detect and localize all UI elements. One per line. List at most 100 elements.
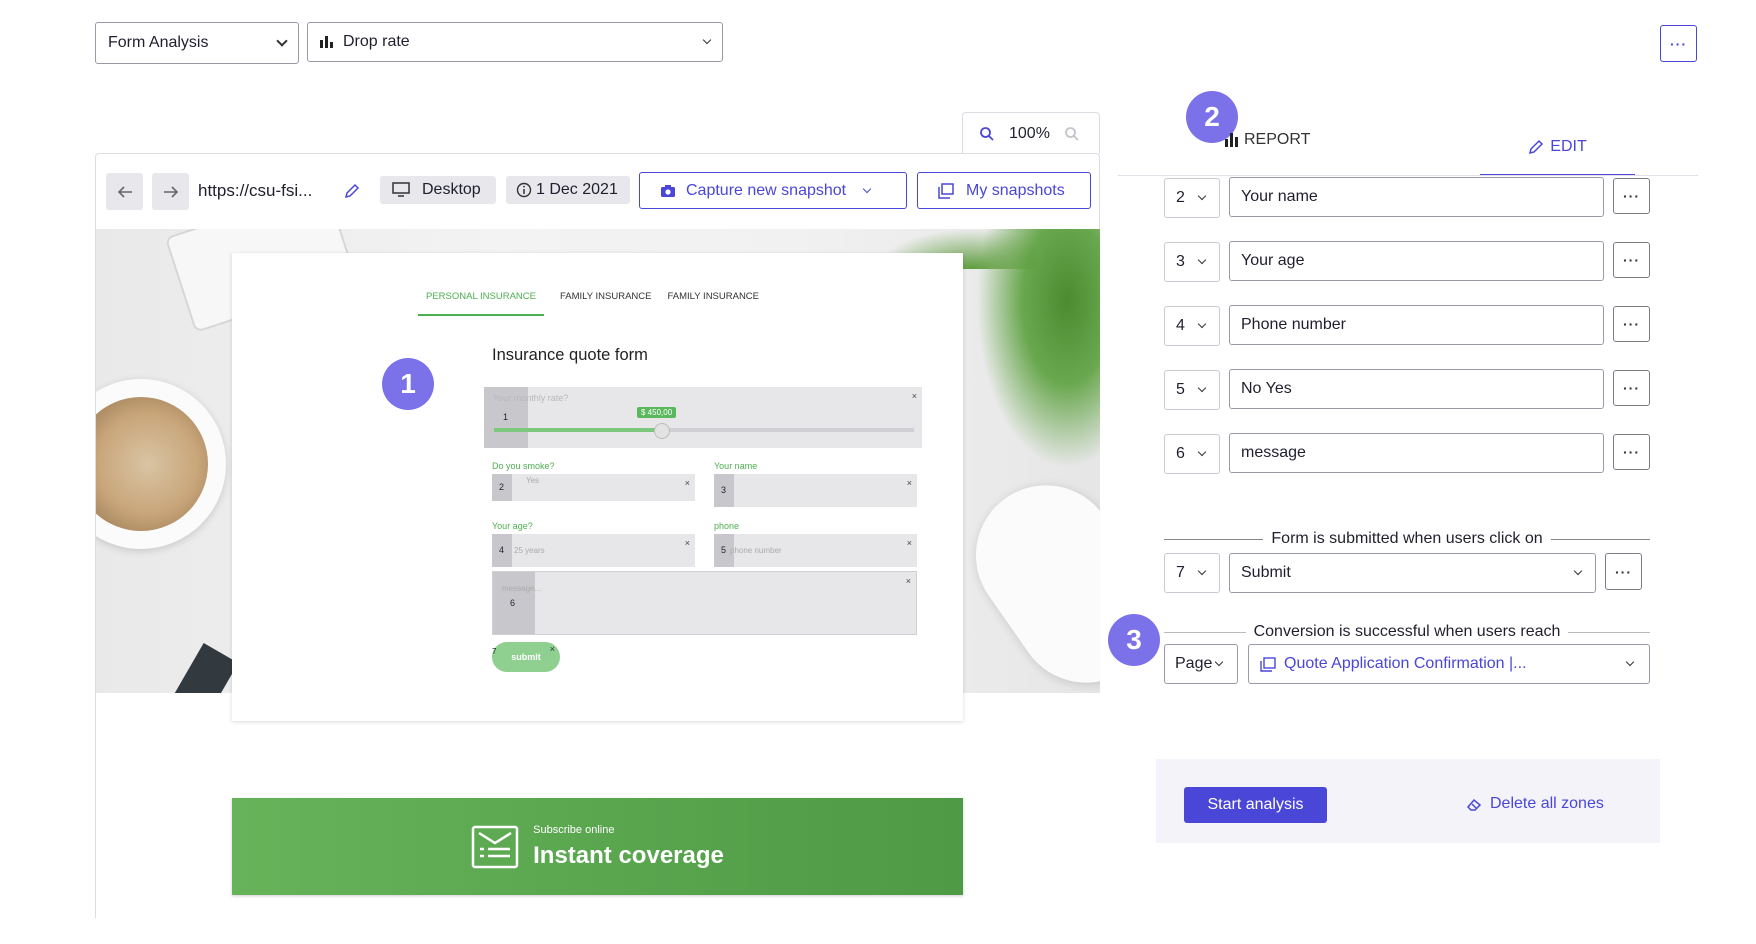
zone-number-select[interactable]: 2 (1164, 178, 1220, 218)
tabs-divider (1118, 175, 1698, 176)
zone-7-submit[interactable]: 7 submit × (492, 642, 560, 672)
tab-report[interactable]: REPORT (1225, 131, 1310, 149)
zone-1-monthly-rate[interactable]: Your monthly rate? 1 $ 450,00 × (484, 387, 922, 448)
tab-edit[interactable]: EDIT (1480, 120, 1635, 176)
age-label: Your age? (492, 521, 533, 531)
zone-3-name[interactable]: 3 × (714, 474, 917, 507)
snapshots-label: My snapshots (966, 181, 1065, 199)
zone-name-input[interactable]: Your age (1229, 241, 1604, 281)
chevron-down-icon (1573, 566, 1583, 576)
submit-element-select[interactable]: Submit (1229, 553, 1596, 593)
zone-options-button[interactable]: ··· (1613, 178, 1650, 214)
metric-select[interactable]: Drop rate (307, 22, 723, 62)
zone-number-4: 4 (499, 545, 505, 555)
zone-2-smoke[interactable]: 2 Yes × (492, 474, 695, 501)
arrow-left-icon (117, 185, 132, 198)
zone-name-input[interactable]: message (1229, 433, 1604, 473)
form-card: PERSONAL INSURANCE FAMILY INSURANCE FAMI… (232, 253, 963, 721)
zone-5-phone[interactable]: 5 phone number × (714, 534, 917, 567)
chevron-down-icon (862, 184, 872, 193)
banner-big-text: Instant coverage (533, 841, 724, 869)
promo-banner[interactable]: Subscribe online Instant coverage (232, 798, 963, 895)
bar-chart-icon (1225, 133, 1238, 147)
date-label: 1 Dec 2021 (536, 181, 618, 198)
zone-number-3: 3 (721, 485, 727, 495)
zone-number-6: 6 (510, 598, 516, 608)
zone-number-7: 7 (492, 647, 497, 656)
snapshots-icon (938, 182, 954, 199)
smoke-option: Yes (526, 476, 540, 485)
message-placeholder: message... (502, 584, 542, 593)
submit-zone-number-select[interactable]: 7 (1164, 553, 1220, 593)
more-options-button[interactable]: ··· (1660, 25, 1697, 62)
zoom-out-icon[interactable] (979, 126, 995, 142)
tab-report-label: REPORT (1244, 131, 1311, 148)
zone-options-button[interactable]: ··· (1613, 306, 1650, 342)
name-label: Your name (714, 461, 758, 471)
bar-chart-icon (320, 36, 333, 48)
zone-options-button[interactable]: ··· (1613, 370, 1650, 406)
form-tab-family[interactable]: FAMILY INSURANCE (560, 291, 652, 316)
zone-number-select[interactable]: 3 (1164, 242, 1220, 282)
zone-name-input[interactable]: No Yes (1229, 369, 1604, 409)
submit-section-heading: Form is submitted when users click on (1164, 530, 1651, 548)
device-button[interactable]: Desktop (380, 176, 496, 204)
age-placeholder: 25 years (514, 546, 545, 555)
zone-4-age[interactable]: 4 25 years × (492, 534, 695, 567)
desktop-icon (392, 182, 410, 197)
zone-number-select[interactable]: 4 (1164, 306, 1220, 346)
delete-all-zones-button[interactable]: Delete all zones (1466, 795, 1604, 813)
phone-placeholder: phone number (730, 546, 782, 555)
analysis-type-label: Form Analysis (108, 34, 209, 51)
device-label: Desktop (422, 181, 481, 198)
submit-label: submit (511, 652, 541, 662)
pencil-icon (1529, 139, 1544, 155)
zone-number-select[interactable]: 5 (1164, 370, 1220, 410)
camera-icon (661, 184, 675, 197)
zone-6-message[interactable]: message... 6 × (492, 571, 917, 635)
eraser-icon (1466, 798, 1482, 811)
date-button[interactable]: 1 Dec 2021 (506, 176, 630, 204)
zone-options-button[interactable]: ··· (1613, 434, 1650, 470)
conversion-heading-text: Conversion is successful when users reac… (1253, 623, 1561, 640)
zone-number-select[interactable]: 6 (1164, 434, 1220, 474)
zone-number-5: 5 (721, 545, 727, 555)
conversion-section-heading: Conversion is successful when users reac… (1164, 623, 1650, 641)
analysis-type-select[interactable]: Form Analysis (95, 22, 299, 64)
metric-label: Drop rate (343, 33, 410, 50)
info-icon (516, 182, 532, 198)
chevron-down-icon (702, 35, 712, 45)
more-dots-icon: ··· (1670, 35, 1687, 52)
phone-label: phone (714, 521, 740, 531)
zone-number-2: 2 (499, 482, 505, 492)
zone-name-input[interactable]: Your name (1229, 177, 1604, 217)
my-snapshots-button[interactable]: My snapshots (917, 172, 1091, 209)
form-tabs: PERSONAL INSURANCE FAMILY INSURANCE FAMI… (418, 291, 759, 316)
zoom-in-icon[interactable] (1064, 126, 1080, 142)
chevron-down-icon (1625, 657, 1635, 667)
form-tab-personal[interactable]: PERSONAL INSURANCE (418, 291, 544, 316)
zone-number-1: 1 (503, 412, 509, 422)
page-icon (1260, 657, 1276, 672)
conversion-type-select[interactable]: Page (1164, 644, 1238, 684)
monthly-rate-label: Your monthly rate? (493, 393, 569, 403)
capture-snapshot-button[interactable]: Capture new snapshot (639, 172, 907, 209)
banner-small-text: Subscribe online (533, 823, 615, 836)
start-analysis-button[interactable]: Start analysis (1184, 787, 1327, 823)
zone-name-input[interactable]: Phone number (1229, 305, 1604, 345)
submit-heading-text: Form is submitted when users click on (1271, 530, 1543, 547)
zone-options-button[interactable]: ··· (1613, 242, 1650, 278)
submit-options-button[interactable]: ··· (1605, 553, 1642, 590)
rate-slider-handle[interactable] (654, 423, 670, 439)
zoom-control: 100% (962, 112, 1100, 154)
forward-button[interactable] (152, 173, 189, 210)
chevron-down-icon (1215, 657, 1224, 667)
conversion-page-select[interactable]: Quote Application Confirmation |... (1248, 644, 1650, 684)
action-bar: Start analysis Delete all zones (1156, 759, 1660, 843)
back-button[interactable] (106, 173, 143, 210)
edit-url-icon[interactable] (344, 183, 360, 199)
smoke-label: Do you smoke? (492, 461, 555, 471)
arrow-right-icon (163, 185, 178, 198)
form-tab-family-2[interactable]: FAMILY INSURANCE (668, 291, 760, 316)
rate-value-tag: $ 450,00 (637, 407, 677, 418)
